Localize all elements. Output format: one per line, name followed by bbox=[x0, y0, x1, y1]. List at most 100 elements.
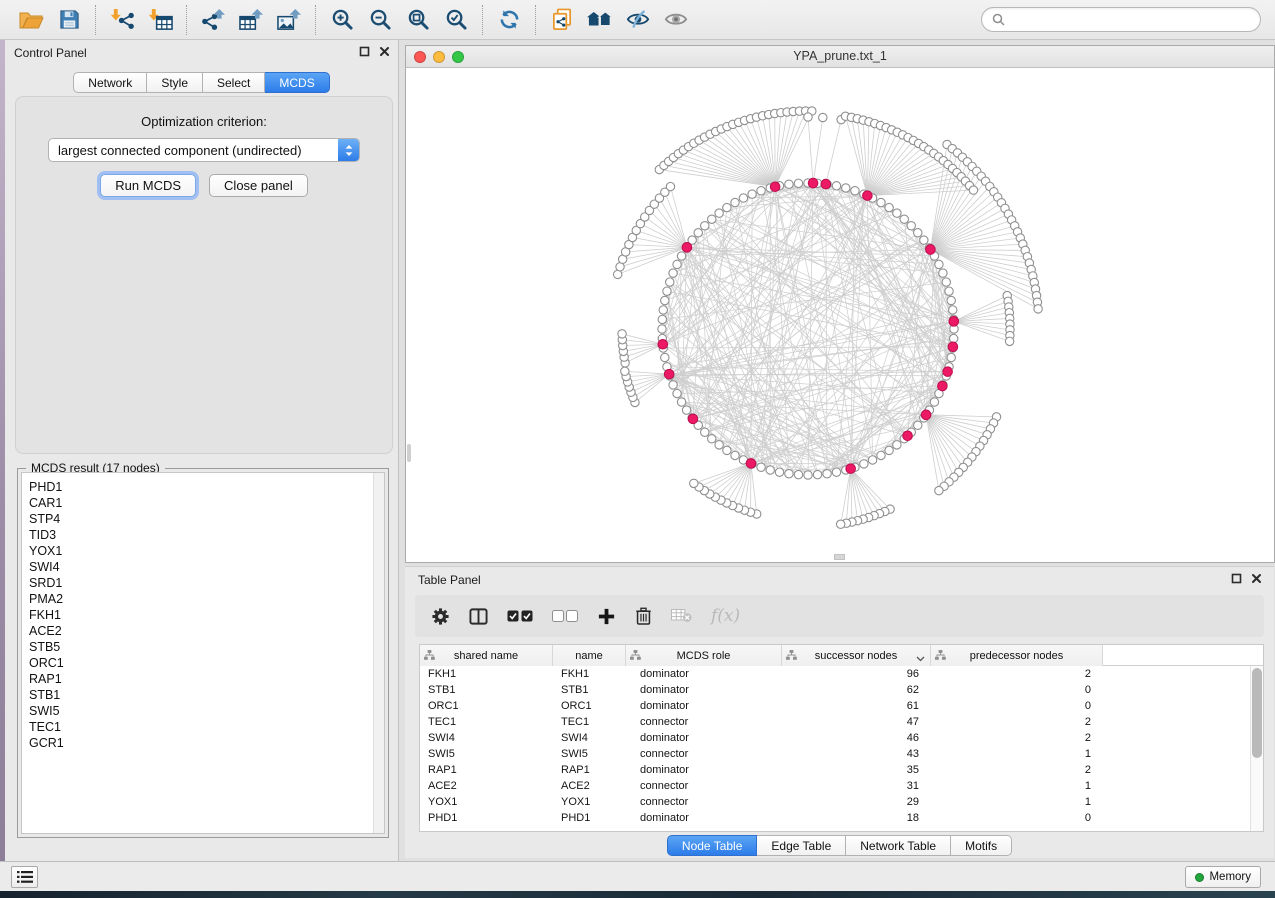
tab-style[interactable]: Style bbox=[147, 72, 203, 93]
export-network-button[interactable] bbox=[194, 3, 232, 37]
network-hub-node[interactable] bbox=[658, 339, 668, 349]
hide-selected-button[interactable] bbox=[619, 3, 657, 37]
delete-table-button-disabled[interactable] bbox=[671, 601, 692, 631]
network-hub-node[interactable] bbox=[770, 182, 780, 192]
close-icon[interactable] bbox=[1251, 573, 1262, 584]
memory-button[interactable]: Memory bbox=[1185, 866, 1261, 888]
refresh-layout-button[interactable] bbox=[490, 3, 528, 37]
network-hub-node[interactable] bbox=[863, 191, 873, 201]
criterion-dropdown[interactable]: largest connected component (undirected) bbox=[48, 138, 360, 162]
network-hub-node[interactable] bbox=[746, 459, 756, 469]
column-header-successor-nodes[interactable]: successor nodes bbox=[782, 645, 931, 666]
duplicate-network-button[interactable] bbox=[543, 3, 581, 37]
deselect-all-button[interactable] bbox=[552, 601, 578, 631]
function-builder-button-disabled[interactable]: f(x) bbox=[711, 601, 740, 631]
mcds-result-item[interactable]: PMA2 bbox=[29, 591, 384, 607]
mcds-result-item[interactable]: SWI4 bbox=[29, 559, 384, 575]
network-hub-node[interactable] bbox=[688, 414, 698, 424]
network-hub-node[interactable] bbox=[808, 178, 818, 188]
tab-network[interactable]: Network bbox=[73, 72, 147, 93]
add-button[interactable] bbox=[597, 601, 616, 631]
export-table-button[interactable] bbox=[232, 3, 270, 37]
network-canvas[interactable] bbox=[406, 68, 1274, 562]
tab-select[interactable]: Select bbox=[203, 72, 265, 93]
save-session-button[interactable] bbox=[50, 3, 88, 37]
table-scrollbar-thumb[interactable] bbox=[1252, 668, 1262, 758]
zoom-in-button[interactable] bbox=[323, 3, 361, 37]
network-hub-node[interactable] bbox=[821, 179, 831, 189]
table-row[interactable]: STB1STB1dominator620 bbox=[420, 682, 1263, 698]
table-scrollbar-track[interactable] bbox=[1250, 666, 1263, 831]
tab-edge-table[interactable]: Edge Table bbox=[757, 835, 846, 856]
mcds-result-item[interactable]: STP4 bbox=[29, 511, 384, 527]
tab-node-table[interactable]: Node Table bbox=[667, 835, 758, 856]
tab-mcds[interactable]: MCDS bbox=[265, 72, 329, 93]
mcds-result-item[interactable]: RAP1 bbox=[29, 671, 384, 687]
mcds-result-item[interactable]: FKH1 bbox=[29, 607, 384, 623]
mcds-result-item[interactable]: PHD1 bbox=[29, 479, 384, 495]
table-settings-button[interactable] bbox=[431, 601, 450, 631]
mcds-result-item[interactable]: SWI5 bbox=[29, 703, 384, 719]
network-hub-node[interactable] bbox=[949, 317, 959, 327]
mcds-result-item[interactable]: ACE2 bbox=[29, 623, 384, 639]
table-row[interactable]: FKH1FKH1dominator962 bbox=[420, 666, 1263, 682]
network-hub-node[interactable] bbox=[903, 431, 913, 441]
mcds-result-list[interactable]: PHD1CAR1STP4TID3YOX1SWI4SRD1PMA2FKH1ACE2… bbox=[21, 472, 385, 834]
column-header-MCDS-role[interactable]: MCDS role bbox=[626, 645, 782, 666]
mcds-result-item[interactable]: GCR1 bbox=[29, 735, 384, 751]
network-hub-node[interactable] bbox=[926, 245, 936, 255]
mcds-result-item[interactable]: STB1 bbox=[29, 687, 384, 703]
select-all-button[interactable] bbox=[507, 601, 533, 631]
float-window-icon[interactable] bbox=[359, 46, 370, 57]
scrollbar-track[interactable] bbox=[373, 473, 384, 833]
run-mcds-button[interactable]: Run MCDS bbox=[100, 174, 196, 197]
export-image-button[interactable] bbox=[270, 3, 308, 37]
close-icon[interactable] bbox=[379, 46, 390, 57]
mcds-result-item[interactable]: SRD1 bbox=[29, 575, 384, 591]
float-window-icon[interactable] bbox=[1231, 573, 1242, 584]
import-table-button[interactable] bbox=[141, 3, 179, 37]
close-panel-button[interactable]: Close panel bbox=[209, 174, 308, 197]
zoom-traffic-light[interactable] bbox=[452, 51, 464, 63]
zoom-fit-button[interactable] bbox=[399, 3, 437, 37]
open-session-button[interactable] bbox=[12, 3, 50, 37]
show-columns-button[interactable] bbox=[469, 601, 488, 631]
mcds-result-item[interactable]: TID3 bbox=[29, 527, 384, 543]
column-header-shared-name[interactable]: shared name bbox=[420, 645, 553, 666]
show-all-button[interactable] bbox=[657, 3, 695, 37]
network-hscroll-thumb[interactable] bbox=[834, 554, 845, 560]
network-hub-node[interactable] bbox=[943, 367, 953, 377]
table-row[interactable]: TEC1TEC1connector472 bbox=[420, 714, 1263, 730]
zoom-out-button[interactable] bbox=[361, 3, 399, 37]
mcds-result-item[interactable]: ORC1 bbox=[29, 655, 384, 671]
network-hub-node[interactable] bbox=[921, 410, 931, 420]
minimize-traffic-light[interactable] bbox=[433, 51, 445, 63]
table-row[interactable]: ORC1ORC1dominator610 bbox=[420, 698, 1263, 714]
table-row[interactable]: SWI5SWI5connector431 bbox=[420, 746, 1263, 762]
mcds-result-item[interactable]: YOX1 bbox=[29, 543, 384, 559]
first-neighbors-button[interactable] bbox=[581, 3, 619, 37]
network-vscroll-thumb[interactable] bbox=[407, 444, 411, 462]
table-row[interactable]: SWI4SWI4dominator462 bbox=[420, 730, 1263, 746]
mcds-result-item[interactable]: TEC1 bbox=[29, 719, 384, 735]
table-row[interactable]: RAP1RAP1dominator352 bbox=[420, 762, 1263, 778]
table-row[interactable]: YOX1YOX1connector291 bbox=[420, 794, 1263, 810]
network-hub-node[interactable] bbox=[846, 464, 856, 474]
network-hub-node[interactable] bbox=[682, 243, 692, 253]
mcds-result-item[interactable]: STB5 bbox=[29, 639, 384, 655]
table-row[interactable]: PHD1PHD1dominator180 bbox=[420, 810, 1263, 826]
task-history-button[interactable] bbox=[11, 866, 38, 888]
table-row[interactable]: ACE2ACE2connector311 bbox=[420, 778, 1263, 794]
column-header-predecessor-nodes[interactable]: predecessor nodes bbox=[931, 645, 1103, 666]
network-hub-node[interactable] bbox=[948, 342, 958, 352]
tab-network-table[interactable]: Network Table bbox=[846, 835, 951, 856]
delete-button[interactable] bbox=[635, 601, 652, 631]
column-header-name[interactable]: name bbox=[553, 645, 626, 666]
close-traffic-light[interactable] bbox=[414, 51, 426, 63]
search-input[interactable] bbox=[1011, 13, 1250, 27]
network-hub-node[interactable] bbox=[938, 381, 948, 391]
network-graph[interactable] bbox=[406, 68, 1274, 562]
zoom-selected-button[interactable] bbox=[437, 3, 475, 37]
import-network-button[interactable] bbox=[103, 3, 141, 37]
tab-motifs[interactable]: Motifs bbox=[951, 835, 1012, 856]
